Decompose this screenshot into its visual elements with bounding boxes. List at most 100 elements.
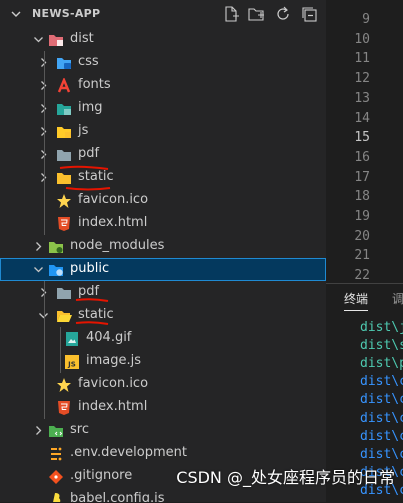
line-number: 9	[362, 12, 370, 27]
tab-terminal[interactable]: 终端	[344, 290, 369, 311]
tree-item-label: src	[70, 422, 89, 437]
explorer-actions	[222, 5, 318, 23]
tree-item-label: index.html	[78, 399, 148, 414]
tree-folder-js[interactable]: js	[0, 120, 326, 143]
tree-folder-dist[interactable]: dist	[0, 28, 326, 51]
line-number: 20	[354, 228, 370, 244]
line-number: 18	[354, 189, 370, 205]
annotation-underline-public-pdf	[75, 298, 109, 302]
tree-item-label: 404.gif	[86, 330, 132, 345]
line-number: 19	[354, 209, 370, 224]
tree-item-label: pdf	[78, 146, 100, 161]
line-number: 14	[354, 110, 370, 126]
tree-folder-public[interactable]: public	[0, 258, 326, 281]
terminal-line: dist\j	[360, 320, 403, 335]
image-file-icon	[66, 332, 78, 346]
terminal-line: dist\c	[360, 374, 403, 390]
new-file-icon[interactable]	[222, 5, 240, 23]
tree-folder-img[interactable]: img	[0, 97, 326, 120]
folder-icon	[57, 150, 71, 161]
terminal-line: dist\s	[360, 338, 403, 354]
tree-folder-fonts[interactable]: fonts	[0, 74, 326, 97]
env-file-icon	[51, 447, 62, 461]
tree-file-image-js[interactable]: JS image.js	[0, 350, 326, 373]
explorer-title: NEWS-APP	[32, 7, 101, 20]
tree-item-label: babel.config.js	[70, 491, 165, 502]
chevron-down-icon[interactable]	[9, 7, 23, 21]
css-folder-icon	[57, 58, 71, 69]
chevron-right-icon[interactable]	[32, 240, 45, 253]
terminal-line: dist\c	[360, 428, 403, 444]
line-number: 22	[354, 268, 370, 284]
chevron-down-icon[interactable]	[32, 263, 45, 276]
tree-item-label: fonts	[78, 77, 111, 92]
tree-folder-css[interactable]: css	[0, 51, 326, 74]
file-tree: dist css fonts img js pdf static favicon.ico ind…	[0, 28, 326, 502]
terminal-line: dist\c	[360, 392, 403, 408]
node-modules-folder-icon	[49, 242, 63, 253]
tree-item-label: public	[70, 261, 110, 276]
line-number: 17	[354, 169, 370, 185]
tree-folder-static[interactable]: static	[0, 304, 326, 327]
tree-item-label: favicon.ico	[78, 192, 149, 207]
tree-file-index-html[interactable]: index.html	[0, 212, 326, 235]
tree-item-label: favicon.ico	[78, 376, 149, 391]
chevron-right-icon[interactable]	[32, 424, 45, 437]
refresh-icon[interactable]	[274, 5, 292, 23]
explorer-sidebar: NEWS-APP dist css fonts img js pdf static favic…	[0, 0, 326, 502]
new-folder-icon[interactable]	[248, 5, 266, 23]
tree-item-label: .env.development	[70, 445, 187, 460]
line-number: 10	[354, 31, 370, 47]
static-folder-open-icon	[57, 311, 72, 322]
tab-debug[interactable]: 调	[392, 290, 403, 307]
explorer-header[interactable]: NEWS-APP	[0, 0, 326, 28]
tree-file-favicon-ico[interactable]: favicon.ico	[0, 373, 326, 396]
dist-folder-icon	[49, 35, 63, 46]
tree-folder-node-modules[interactable]: node_modules	[0, 235, 326, 258]
tree-item-label: image.js	[86, 353, 142, 368]
terminal-line: dist\p	[360, 356, 403, 372]
tree-folder-static[interactable]: static	[0, 166, 326, 189]
watermark: CSDN @_处女座程序员的日常	[176, 468, 395, 487]
img-folder-icon	[57, 104, 71, 115]
babel-file-icon	[53, 493, 61, 502]
tree-item-label: node_modules	[70, 238, 165, 253]
tree-item-label: css	[78, 54, 99, 69]
tree-file-index-html[interactable]: index.html	[0, 396, 326, 419]
terminal-line: dist\c	[360, 446, 403, 462]
line-number: 12	[354, 71, 370, 87]
tree-item-label: img	[78, 100, 103, 115]
tree-item-label: index.html	[78, 215, 148, 230]
html-file-icon	[58, 401, 70, 415]
indent-guide	[60, 327, 61, 373]
html-file-icon	[58, 217, 70, 231]
tree-file-babel-config-js[interactable]: babel.config.js	[0, 488, 326, 502]
js-file-icon: JS	[65, 355, 79, 369]
svg-text:JS: JS	[67, 361, 76, 369]
collapse-all-icon[interactable]	[300, 5, 318, 23]
tree-folder-pdf[interactable]: pdf	[0, 281, 326, 304]
fonts-folder-icon	[57, 78, 71, 93]
annotation-underline-public-static	[75, 321, 109, 325]
favicon-file-icon	[57, 194, 71, 208]
tree-folder-src[interactable]: src	[0, 419, 326, 442]
line-number: 11	[354, 51, 370, 67]
tree-item-label: .gitignore	[70, 468, 133, 483]
indent-guide	[44, 281, 45, 419]
git-file-icon	[49, 470, 63, 484]
tree-item-label: js	[78, 123, 89, 138]
annotation-underline-dist-static	[59, 165, 111, 191]
public-folder-icon	[49, 265, 63, 276]
src-folder-icon	[49, 426, 63, 437]
line-number: 21	[354, 248, 370, 264]
folder-icon	[57, 288, 71, 299]
tree-file-favicon-ico[interactable]: favicon.ico	[0, 189, 326, 212]
line-number: 13	[354, 90, 370, 106]
line-number: 15	[354, 130, 370, 146]
chevron-down-icon[interactable]	[32, 33, 45, 46]
tree-folder-pdf[interactable]: pdf	[0, 143, 326, 166]
line-number: 16	[354, 149, 370, 165]
tree-file-404-gif[interactable]: 404.gif	[0, 327, 326, 350]
tree-file-env-development[interactable]: .env.development	[0, 442, 326, 465]
indent-guide	[44, 51, 45, 235]
